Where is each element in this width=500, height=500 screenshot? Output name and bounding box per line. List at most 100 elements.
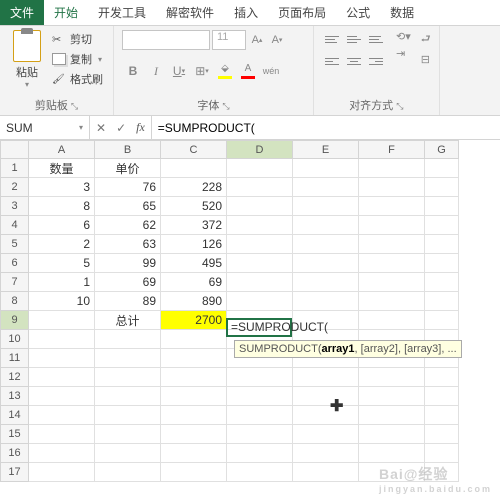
cell[interactable] [293, 368, 359, 387]
cell[interactable]: 63 [95, 235, 161, 254]
cell[interactable]: 520 [161, 197, 227, 216]
cell[interactable] [359, 292, 425, 311]
cell[interactable] [227, 406, 293, 425]
row-header[interactable]: 8 [1, 292, 29, 311]
cell[interactable]: 2 [29, 235, 95, 254]
row-header[interactable]: 16 [1, 444, 29, 463]
cell[interactable] [425, 254, 459, 273]
cell[interactable] [293, 178, 359, 197]
cell[interactable] [161, 159, 227, 178]
cell[interactable] [425, 406, 459, 425]
row-header[interactable]: 9 [1, 311, 29, 330]
cell[interactable] [359, 273, 425, 292]
cell[interactable]: 8 [29, 197, 95, 216]
cell[interactable] [227, 159, 293, 178]
align-bottom-button[interactable] [366, 30, 386, 48]
phonetic-button[interactable]: wén [260, 60, 282, 82]
cell[interactable] [227, 463, 293, 482]
worksheet-grid[interactable]: A B C D E F G 1数量单价 2376228 3865520 4662… [0, 140, 500, 500]
cell[interactable] [227, 197, 293, 216]
cell[interactable] [425, 159, 459, 178]
cell[interactable] [29, 387, 95, 406]
font-size-select[interactable]: 11 [212, 30, 246, 50]
cell[interactable] [161, 425, 227, 444]
row-header[interactable]: 11 [1, 349, 29, 368]
cell[interactable] [95, 349, 161, 368]
cell[interactable] [161, 463, 227, 482]
row-header[interactable]: 17 [1, 463, 29, 482]
cell[interactable]: 62 [95, 216, 161, 235]
cell[interactable] [29, 425, 95, 444]
increase-font-button[interactable]: A▴ [248, 30, 266, 50]
indent-button[interactable]: ⇥ [396, 47, 411, 60]
column-header[interactable]: D [227, 141, 293, 159]
cell[interactable] [95, 330, 161, 349]
fill-color-button[interactable]: ⬙ [214, 60, 236, 82]
cell[interactable]: 单价 [95, 159, 161, 178]
format-painter-button[interactable]: 格式刷 [50, 70, 105, 88]
row-header[interactable]: 1 [1, 159, 29, 178]
tab-home[interactable]: 开始 [44, 0, 88, 25]
name-box[interactable]: SUM▾ [0, 116, 90, 139]
cell[interactable]: 372 [161, 216, 227, 235]
cell[interactable] [425, 235, 459, 254]
cell[interactable] [359, 159, 425, 178]
cell[interactable] [29, 311, 95, 330]
formula-input[interactable] [152, 116, 500, 139]
tab-formulas[interactable]: 公式 [336, 0, 380, 25]
cell[interactable]: 1 [29, 273, 95, 292]
cell[interactable]: 65 [95, 197, 161, 216]
insert-function-button[interactable]: fx [136, 120, 145, 135]
cell[interactable] [161, 368, 227, 387]
cell[interactable] [293, 273, 359, 292]
cell[interactable] [359, 254, 425, 273]
dialog-launcher-icon[interactable]: ⤡ [71, 101, 78, 111]
cell[interactable] [359, 311, 425, 330]
cell[interactable] [293, 406, 359, 425]
wrap-text-button[interactable]: ⮐ [421, 30, 431, 49]
align-left-button[interactable] [322, 52, 342, 70]
paste-button[interactable]: 粘贴 ▾ [8, 30, 46, 89]
copy-button[interactable]: 复制▾ [50, 50, 105, 68]
cell[interactable] [161, 406, 227, 425]
column-header[interactable]: E [293, 141, 359, 159]
cell[interactable]: 228 [161, 178, 227, 197]
cell[interactable]: 5 [29, 254, 95, 273]
cell[interactable] [425, 368, 459, 387]
row-header[interactable]: 4 [1, 216, 29, 235]
cell[interactable] [227, 368, 293, 387]
cell[interactable] [95, 368, 161, 387]
select-all-corner[interactable] [1, 141, 29, 159]
row-header[interactable]: 2 [1, 178, 29, 197]
row-header[interactable]: 6 [1, 254, 29, 273]
cell[interactable] [161, 387, 227, 406]
cell[interactable] [227, 444, 293, 463]
align-top-button[interactable] [322, 30, 342, 48]
cell-edit-overlay[interactable]: =SUMPRODUCT( [229, 320, 330, 334]
cell[interactable] [359, 425, 425, 444]
tab-page-layout[interactable]: 页面布局 [268, 0, 336, 25]
cell[interactable] [425, 387, 459, 406]
cell[interactable] [359, 178, 425, 197]
tab-data[interactable]: 数据 [380, 0, 424, 25]
cell[interactable] [293, 292, 359, 311]
cell[interactable]: 6 [29, 216, 95, 235]
cell[interactable] [227, 425, 293, 444]
cell[interactable] [29, 368, 95, 387]
cell[interactable] [359, 197, 425, 216]
cell[interactable] [359, 387, 425, 406]
cell[interactable]: 890 [161, 292, 227, 311]
accept-formula-button[interactable]: ✓ [116, 121, 126, 135]
tab-file[interactable]: 文件 [0, 0, 44, 25]
cell[interactable] [227, 387, 293, 406]
font-name-select[interactable] [122, 30, 210, 50]
italic-button[interactable]: I [145, 60, 167, 82]
cell[interactable] [293, 425, 359, 444]
cell[interactable] [425, 216, 459, 235]
column-header[interactable]: G [425, 141, 459, 159]
row-header[interactable]: 12 [1, 368, 29, 387]
cell[interactable] [161, 349, 227, 368]
row-header[interactable]: 13 [1, 387, 29, 406]
cell[interactable] [29, 330, 95, 349]
cell[interactable] [425, 292, 459, 311]
